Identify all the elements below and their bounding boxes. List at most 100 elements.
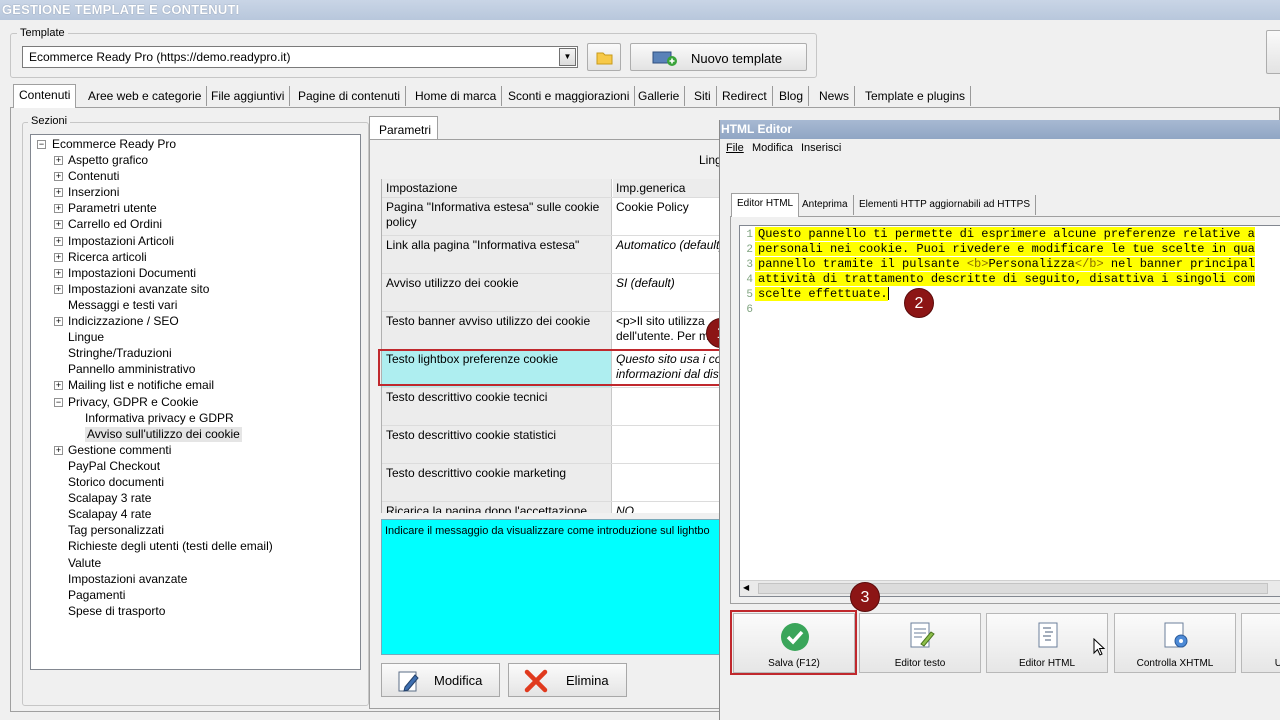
tree-item[interactable]: Parametri utente <box>68 201 157 216</box>
tree-item[interactable]: Indicizzazione / SEO <box>68 314 179 329</box>
tab-redirect[interactable]: Redirect <box>717 86 773 106</box>
expand-icon[interactable]: + <box>54 252 63 262</box>
new-template-button[interactable]: Nuovo template <box>630 43 807 71</box>
param-row[interactable]: Testo descrittivo cookie statistici <box>382 426 721 464</box>
params-grid[interactable]: Impostazione Imp.generica Pagina "Inform… <box>381 179 721 513</box>
param-value: <p>Il sito utilizza dell'utente. Per m <box>616 314 710 343</box>
tab-parametri[interactable]: Parametri <box>369 116 438 140</box>
tab-anteprima[interactable]: Anteprima <box>797 195 854 215</box>
modify-button[interactable]: Modifica <box>381 663 500 697</box>
param-row[interactable]: Avviso utilizzo dei cookie SI (default) <box>382 274 721 312</box>
tree-root[interactable]: Ecommerce Ready Pro <box>52 137 176 152</box>
tree-item[interactable]: Impostazioni Documenti <box>68 266 196 281</box>
expand-icon[interactable]: + <box>54 317 63 326</box>
expand-icon[interactable]: + <box>54 204 63 214</box>
collapse-icon[interactable]: − <box>37 140 46 149</box>
delete-button[interactable]: Elimina <box>508 663 627 697</box>
editor-title: HTML Editor <box>720 120 1280 139</box>
expand-icon[interactable]: + <box>54 268 63 278</box>
expand-icon[interactable]: + <box>54 445 63 455</box>
param-row[interactable]: Testo descrittivo cookie marketing <box>382 464 721 502</box>
tree-item[interactable]: Stringhe/Traduzioni <box>68 346 172 361</box>
chevron-down-icon[interactable]: ▼ <box>559 48 576 66</box>
tab-sconti[interactable]: Sconti e maggiorazioni <box>503 86 636 106</box>
tab-news[interactable]: News <box>814 86 856 106</box>
param-name: Link alla pagina "Informativa estesa" <box>382 236 612 273</box>
param-row[interactable]: Link alla pagina "Informativa estesa" Aut… <box>382 236 721 274</box>
expand-icon[interactable]: + <box>54 156 63 165</box>
tab-home-marca[interactable]: Home di marca <box>410 86 503 106</box>
menu-file[interactable]: File <box>726 142 744 154</box>
expand-icon[interactable]: + <box>54 188 63 198</box>
scroll-left-icon[interactable]: ◀ <box>743 583 749 592</box>
tree-item[interactable]: PayPal Checkout <box>68 459 160 474</box>
folder-icon <box>596 52 613 65</box>
grid-header: Impostazione Imp.generica <box>382 179 721 198</box>
expand-icon[interactable]: + <box>54 236 63 246</box>
step-marker-2: 2 <box>904 288 934 318</box>
expand-icon[interactable]: + <box>54 220 63 230</box>
template-select[interactable]: Ecommerce Ready Pro (https://demo.readyp… <box>22 46 578 68</box>
tree-item[interactable]: Messaggi e testi vari <box>68 298 177 313</box>
tree-item[interactable]: Ricerca articoli <box>68 250 147 265</box>
tab-pagine-contenuti[interactable]: Pagine di contenuti <box>293 86 407 106</box>
tree-item[interactable]: Storico documenti <box>68 475 164 490</box>
tree-item[interactable]: Aspetto grafico <box>68 153 148 168</box>
scrollbar-thumb[interactable] <box>758 583 1268 594</box>
tree-item[interactable]: Scalapay 3 rate <box>68 491 151 506</box>
header-impostazione[interactable]: Impostazione <box>382 179 612 197</box>
open-folder-button[interactable] <box>587 43 621 71</box>
tab-editor-html[interactable]: Editor HTML <box>731 193 800 217</box>
param-description: Indicare il messaggio da visualizzare co… <box>381 519 721 655</box>
collapse-icon[interactable]: − <box>54 397 63 407</box>
tree-item[interactable]: Richieste degli utenti (testi delle emai… <box>68 539 273 554</box>
header-imp-generica[interactable]: Imp.generica <box>613 179 721 197</box>
tree-item[interactable]: Gestione commenti <box>68 443 171 458</box>
tree-item[interactable]: Contenuti <box>68 169 119 184</box>
tree-item[interactable]: Pagamenti <box>68 588 125 603</box>
tree-item[interactable]: Impostazioni avanzate sito <box>68 282 209 297</box>
sections-tree[interactable]: − Ecommerce Ready Pro Aspetto grafico + Co… <box>30 134 361 670</box>
tab-siti[interactable]: Siti <box>689 86 717 106</box>
tree-item[interactable]: Tag personalizzati <box>68 523 164 538</box>
expand-icon[interactable]: + <box>54 284 63 294</box>
tab-aree-web[interactable]: Aree web e categorie <box>83 86 208 106</box>
tab-contenuti[interactable]: Contenuti <box>13 84 77 108</box>
param-row[interactable]: Ricarica la pagina dopo l'accettazione NO <box>382 502 721 513</box>
param-value <box>613 426 721 463</box>
tab-template-plugins[interactable]: Template e plugins <box>860 86 972 106</box>
check-xhtml-button[interactable]: Controlla XHTML <box>1114 613 1236 673</box>
tree-item[interactable]: Avviso sull'utilizzo dei cookie <box>85 426 242 442</box>
tab-elementi-http[interactable]: Elementi HTTP aggiornabili ad HTTPS <box>854 195 1036 215</box>
tree-item[interactable]: Carrello ed Ordini <box>68 217 162 232</box>
code-editor[interactable]: 1 Questo pannello ti permette di esprimer… <box>739 225 1280 597</box>
tab-file-aggiuntivi[interactable]: File aggiuntivi <box>206 86 291 106</box>
side-button[interactable] <box>1266 30 1280 74</box>
tree-item[interactable]: Scalapay 4 rate <box>68 507 151 522</box>
text-editor-button[interactable]: Editor testo <box>859 613 981 673</box>
tree-item[interactable]: Lingue <box>68 330 104 345</box>
modify-label: Modifica <box>434 673 483 688</box>
extra-button[interactable]: U <box>1241 613 1280 673</box>
horizontal-scrollbar[interactable]: ◀ <box>740 580 1280 596</box>
tree-item[interactable]: Mailing list e notifiche email <box>68 378 214 393</box>
tree-item[interactable]: Valute <box>68 556 101 571</box>
menu-inserisci[interactable]: Inserisci <box>801 142 841 154</box>
param-row[interactable]: Pagina "Informativa estesa" sulle cookie… <box>382 198 721 236</box>
tree-item[interactable]: Privacy, GDPR e Cookie <box>68 395 198 410</box>
mouse-cursor-icon <box>1093 638 1106 656</box>
html-editor-button[interactable]: Editor HTML <box>986 613 1108 673</box>
tree-item[interactable]: Impostazioni Articoli <box>68 234 174 249</box>
tab-gallerie[interactable]: Gallerie <box>633 86 686 106</box>
param-row[interactable]: Testo banner avviso utilizzo dei cookie <… <box>382 312 721 350</box>
tree-item[interactable]: Pannello amministrativo <box>68 362 195 377</box>
tree-item[interactable]: Informativa privacy e GDPR <box>85 411 234 426</box>
tree-item[interactable]: Spese di trasporto <box>68 604 165 619</box>
tree-item[interactable]: Impostazioni avanzate <box>68 572 187 587</box>
expand-icon[interactable]: + <box>54 381 63 391</box>
tab-blog[interactable]: Blog <box>774 86 810 106</box>
expand-icon[interactable]: + <box>54 172 63 182</box>
tree-item[interactable]: Inserzioni <box>68 185 119 200</box>
menu-modifica[interactable]: Modifica <box>752 142 793 154</box>
param-row[interactable]: Testo descrittivo cookie tecnici <box>382 388 721 426</box>
